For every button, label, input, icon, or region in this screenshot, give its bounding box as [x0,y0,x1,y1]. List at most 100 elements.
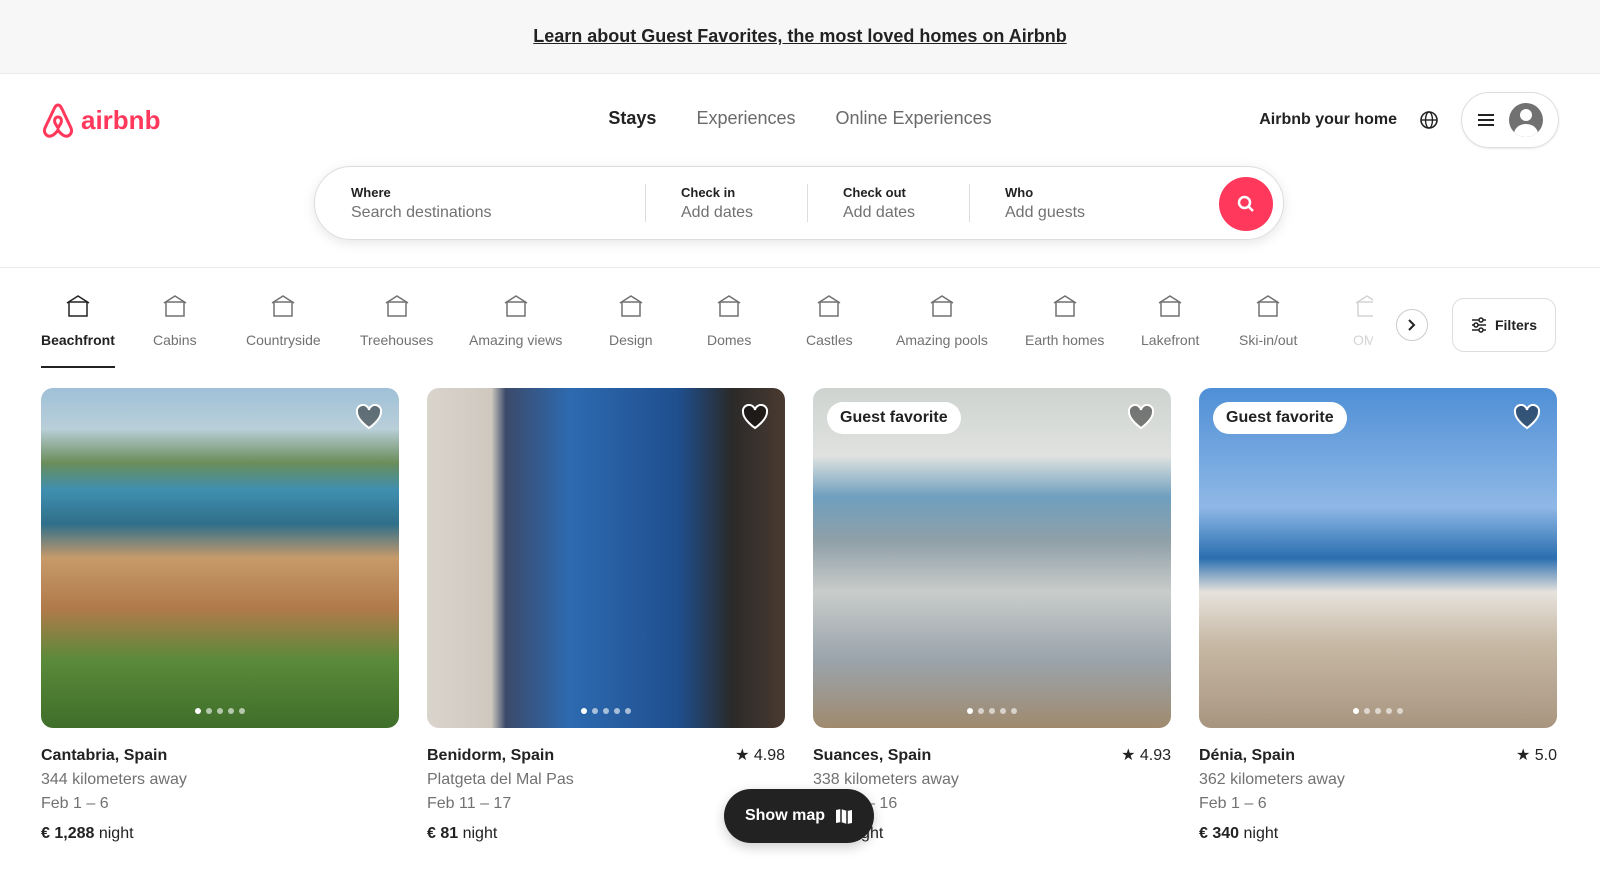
category-icon [1239,290,1297,324]
announcement-banner: Learn about Guest Favorites, the most lo… [0,0,1600,74]
category-amazing-pools[interactable]: Amazing pools [896,290,988,368]
category-label: Amazing pools [896,332,988,348]
heart-icon[interactable] [1127,404,1155,430]
listing-price: € 340 night [1199,822,1557,846]
where-field[interactable]: Where Search destinations [315,184,645,222]
where-label: Where [351,184,391,200]
chevron-right-icon [1408,319,1416,331]
price-value: € 81 [427,825,459,842]
heart-icon[interactable] [355,404,383,430]
search-button[interactable] [1219,177,1273,231]
listing-distance: 362 kilometers away [1199,771,1345,788]
filters-label: Filters [1494,317,1537,333]
tab-experiences[interactable]: Experiences [696,108,795,129]
category-label: Amazing views [469,332,563,348]
category-castles[interactable]: Castles [806,290,853,368]
category-icon [707,290,751,324]
category-icon [469,290,562,324]
category-icon [41,290,115,324]
listing-dates: Feb 1 – 6 [41,795,109,812]
star-icon: ★ [1121,747,1136,764]
listing-rating: ★ 4.98 [735,744,785,768]
listing-title: Suances, Spain [813,747,932,764]
listing-dates: Feb 1 – 6 [1199,795,1267,812]
star-icon: ★ [1515,747,1531,764]
filters-button[interactable]: Filters [1452,298,1556,352]
listing-photo[interactable]: Guest favorite [813,388,1171,728]
listing-distance: 344 kilometers away [41,771,187,788]
category-beachfront[interactable]: Beachfront [41,290,115,368]
listing-distance: Platgeta del Mal Pas [427,771,574,788]
photo-pagination-dots[interactable] [1199,708,1557,714]
category-icon [1353,290,1373,324]
who-field[interactable]: Who Add guests [969,184,1209,222]
category-label: Earth homes [1025,332,1105,348]
category-icon [246,290,321,324]
airbnb-your-home-link[interactable]: Airbnb your home [1259,111,1397,129]
heart-icon[interactable] [1513,404,1541,430]
category-bar: Beachfront Cabins Countryside Treehouses Ama… [41,290,1559,372]
price-value: € 340 [1199,825,1240,842]
category-label: Design [609,332,653,348]
check-in-input[interactable]: Add dates [681,204,771,222]
star-icon: ★ [735,747,750,764]
listing-title: Benidorm, Spain [427,747,555,764]
check-out-input[interactable]: Add dates [843,204,933,222]
listing-title: Dénia, Spain [1199,747,1296,764]
listing-rating: ★ 5.0 [1516,744,1557,768]
price-unit: night [1243,825,1279,842]
where-input[interactable]: Search destinations [351,204,609,222]
listing-photo[interactable] [41,388,399,728]
category-ski-in-out[interactable]: Ski-in/out [1239,290,1297,368]
globe-icon[interactable] [1419,110,1439,130]
listing-photo[interactable] [427,388,785,728]
category-lakefront[interactable]: Lakefront [1141,290,1199,368]
listing-title: Cantabria, Spain [41,747,168,764]
check-out-field[interactable]: Check out Add dates [807,184,969,222]
check-in-label: Check in [681,184,736,200]
search-icon [1237,195,1254,212]
photo-pagination-dots[interactable] [813,708,1171,714]
show-map-button[interactable]: Show map [724,789,874,843]
category-amazing-views[interactable]: Amazing views [469,290,562,368]
category-label: Treehouses [360,332,434,348]
category-cabins[interactable]: Cabins [153,290,197,368]
rating-value: 4.98 [753,747,785,764]
category-design[interactable]: Design [609,290,653,368]
who-input[interactable]: Add guests [1005,204,1173,222]
photo-pagination-dots[interactable] [427,708,785,714]
category-icon [153,290,197,324]
listing-card[interactable]: Guest favorite Suances, Spain ★ 4.93 338 ki… [813,388,1171,846]
listing-card[interactable]: Cantabria, Spain 344 kilometers away Feb 1… [41,388,399,846]
category-icon [609,290,653,324]
category-omg-[interactable]: OMG! [1353,290,1373,368]
check-in-field[interactable]: Check in Add dates [645,184,807,222]
photo-pagination-dots[interactable] [41,708,399,714]
category-treehouses[interactable]: Treehouses [360,290,433,368]
price-unit: night [98,825,134,842]
listing-price: € 1,288 night [41,822,399,846]
category-label: Ski-in/out [1239,332,1298,348]
heart-icon[interactable] [741,404,769,430]
avatar [1509,103,1543,137]
price-unit: night [462,825,498,842]
tab-stays[interactable]: Stays [608,108,656,129]
category-label: Domes [707,332,752,348]
guest-favorite-badge: Guest favorite [827,402,961,434]
listing-card[interactable]: Guest favorite Dénia, Spain ★ 5.0 362 kilom… [1199,388,1557,846]
listing-distance: 338 kilometers away [813,771,959,788]
tab-online-experiences[interactable]: Online Experiences [836,108,992,129]
category-label: Castles [806,332,853,348]
user-menu-button[interactable] [1461,92,1559,148]
category-label: Countryside [246,332,321,348]
price-value: € 1,288 [41,825,95,842]
category-domes[interactable]: Domes [707,290,751,368]
category-icon [1025,290,1104,324]
guest-favorites-link[interactable]: Learn about Guest Favorites, the most lo… [533,26,1066,47]
listing-card[interactable]: Benidorm, Spain ★ 4.98 Platgeta del Mal Pa… [427,388,785,846]
listing-photo[interactable]: Guest favorite [1199,388,1557,728]
category-earth-homes[interactable]: Earth homes [1025,290,1104,368]
next-categories-button[interactable] [1396,309,1428,341]
category-icon [896,290,988,324]
category-countryside[interactable]: Countryside [246,290,321,368]
